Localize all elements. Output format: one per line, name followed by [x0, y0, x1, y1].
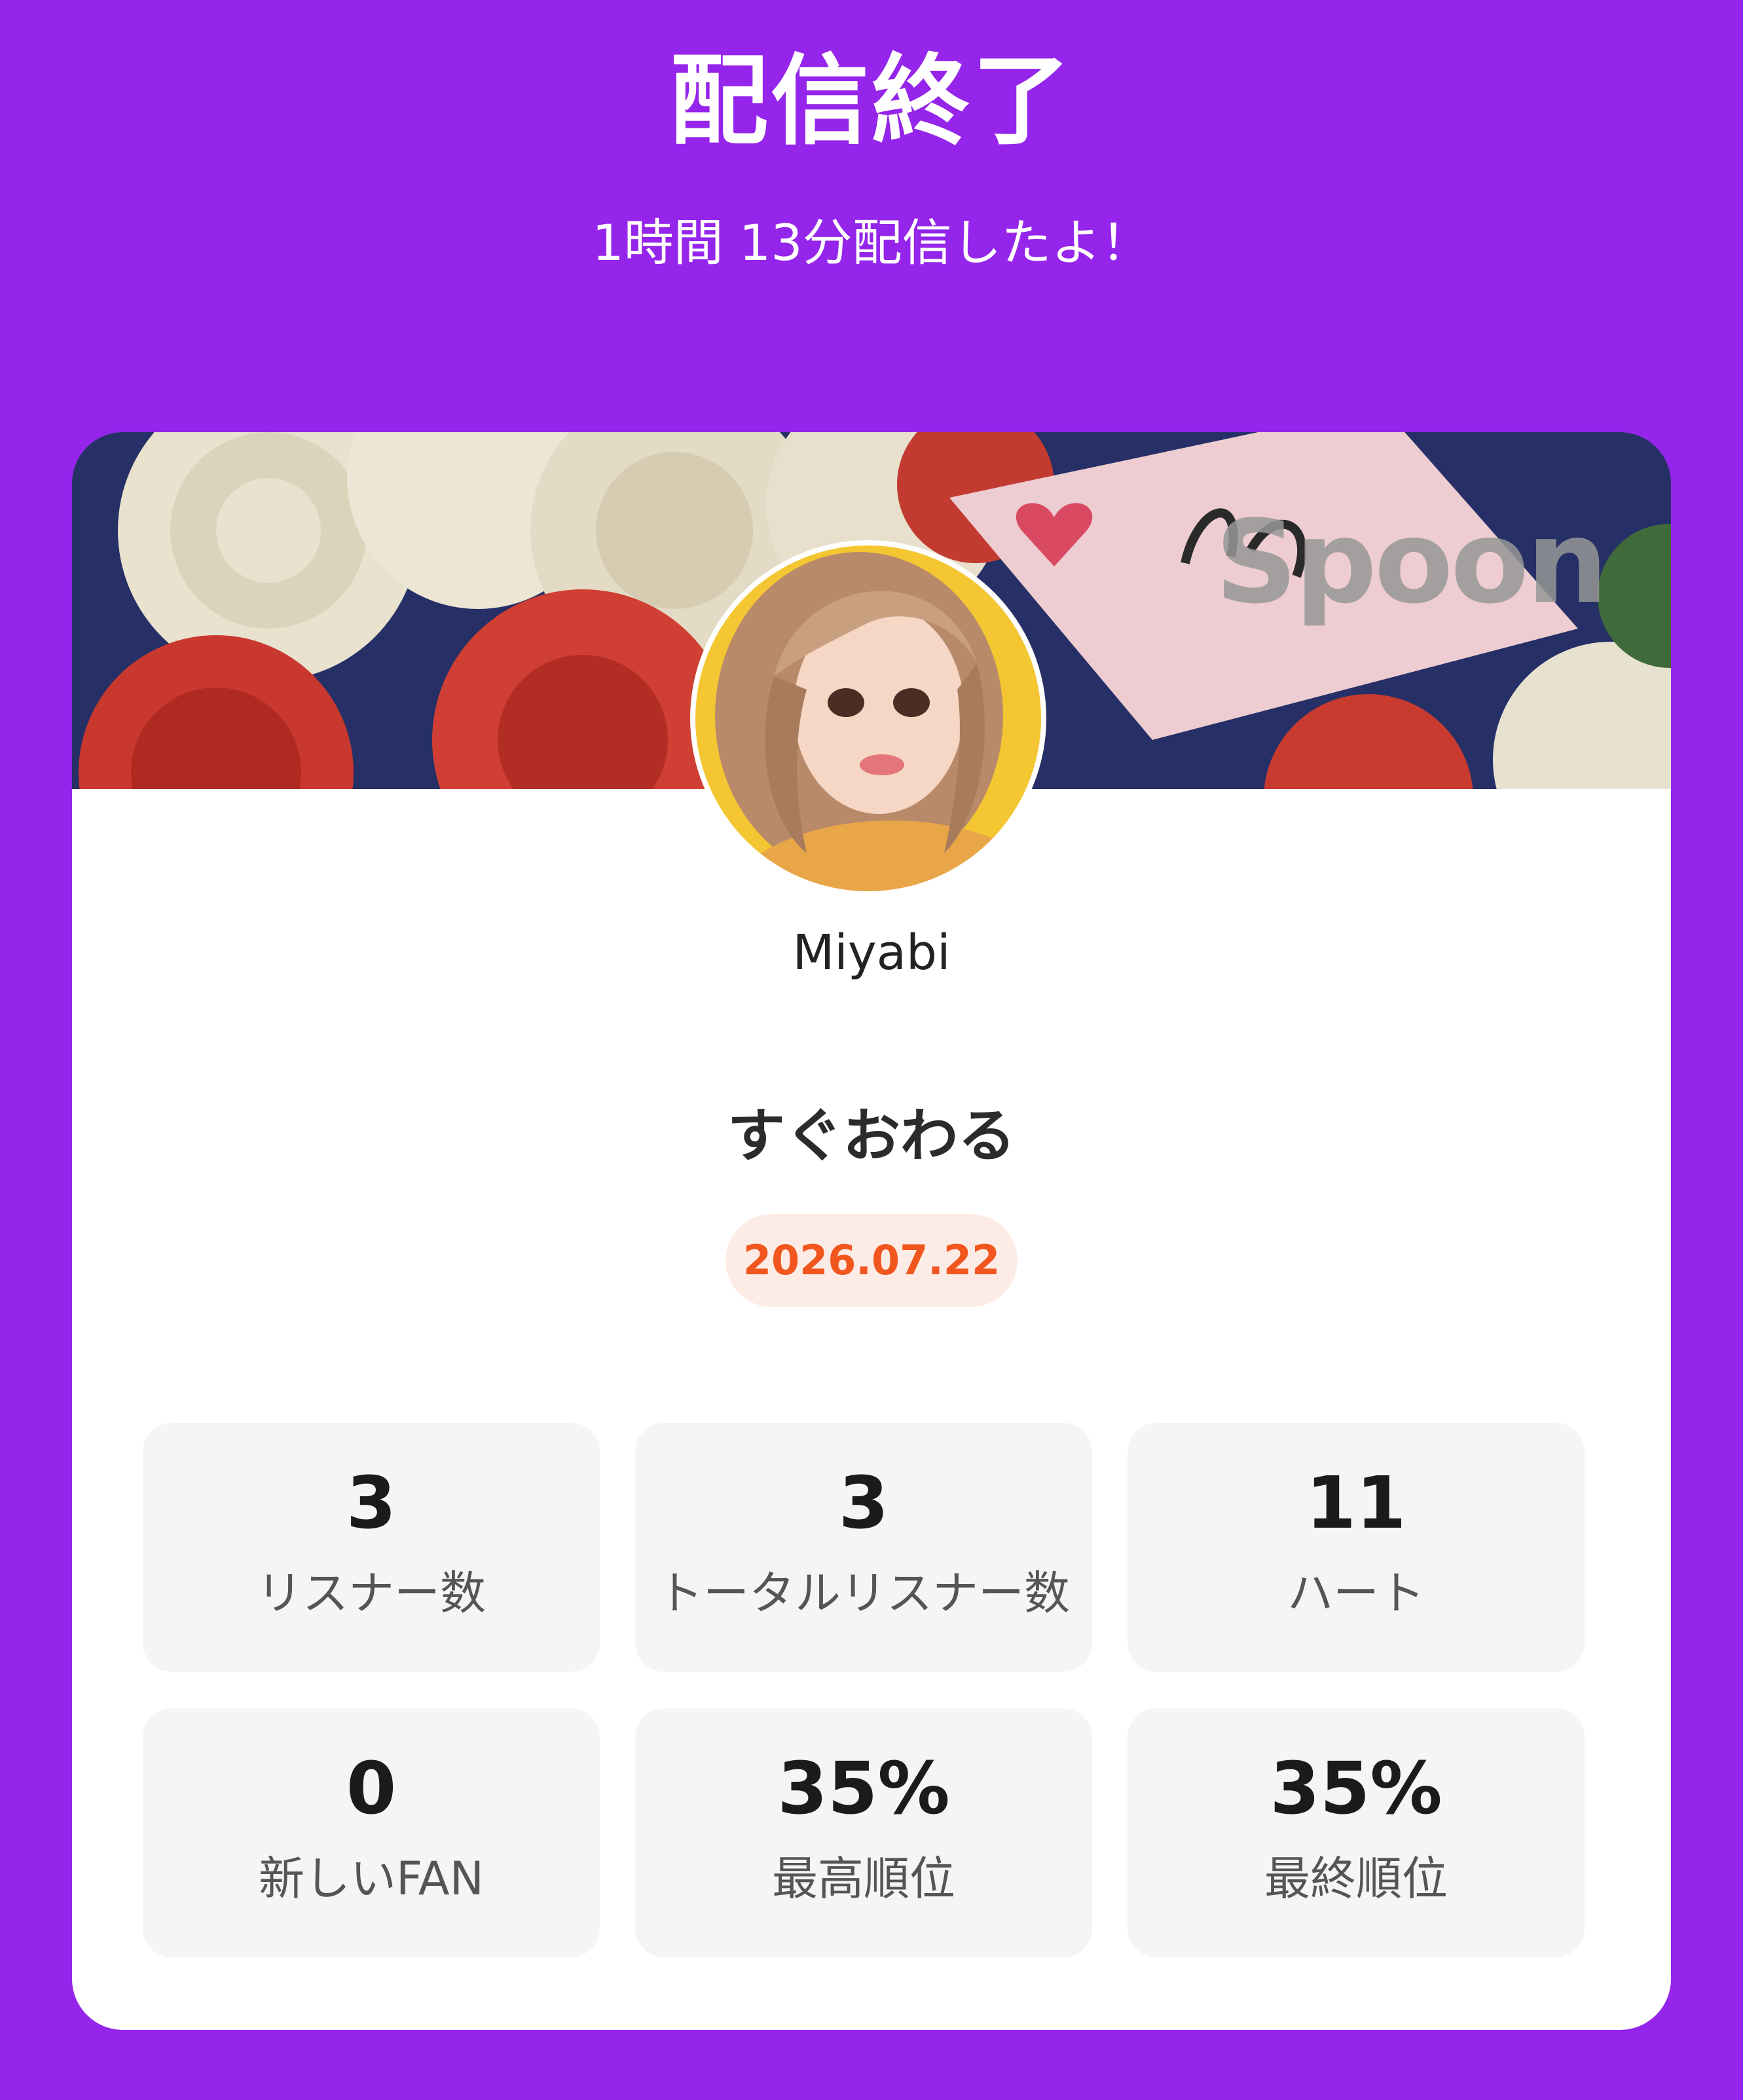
live-title: すぐおわる [727, 1102, 1016, 1170]
stat-highest-rank: 35% 最高順位 [635, 1708, 1092, 1957]
date-badge: 2026.07.22 [725, 1214, 1018, 1307]
stat-value: 11 [1306, 1461, 1406, 1545]
stat-value: 3 [346, 1461, 397, 1545]
live-summary-card: Spoon Miyabi すぐおわる 2026.07.22 3 リスナー数 3 … [72, 432, 1671, 2030]
stat-value: 35% [777, 1746, 950, 1830]
stat-new-fans: 0 新しいFAN [143, 1708, 600, 1957]
stat-label: ハート [1287, 1566, 1425, 1620]
stat-value: 35% [1270, 1746, 1442, 1830]
page-title: 配信終了 [669, 45, 1073, 158]
spoon-logo: Spoon [1215, 496, 1608, 629]
stat-value: 0 [346, 1746, 397, 1830]
stat-label: トータルリスナー数 [657, 1566, 1070, 1620]
stat-label: 新しいFAN [258, 1852, 485, 1906]
avatar[interactable] [690, 540, 1046, 896]
stat-hearts: 11 ハート [1128, 1423, 1585, 1672]
stats-grid: 3 リスナー数 3 トータルリスナー数 11 ハート 0 新しいFAN 35% … [143, 1423, 1585, 1957]
stat-listeners: 3 リスナー数 [143, 1423, 600, 1672]
stat-label: リスナー数 [257, 1566, 486, 1620]
profile-photo [695, 545, 1041, 891]
stat-final-rank: 35% 最終順位 [1128, 1708, 1585, 1957]
username: Miyabi [792, 925, 951, 981]
stat-label: 最高順位 [772, 1852, 955, 1906]
stat-total-listeners: 3 トータルリスナー数 [635, 1423, 1092, 1672]
stat-value: 3 [838, 1461, 889, 1545]
live-duration-text: 1時間 13分配信したよ！ [592, 213, 1151, 272]
stat-label: 最終順位 [1264, 1852, 1448, 1906]
